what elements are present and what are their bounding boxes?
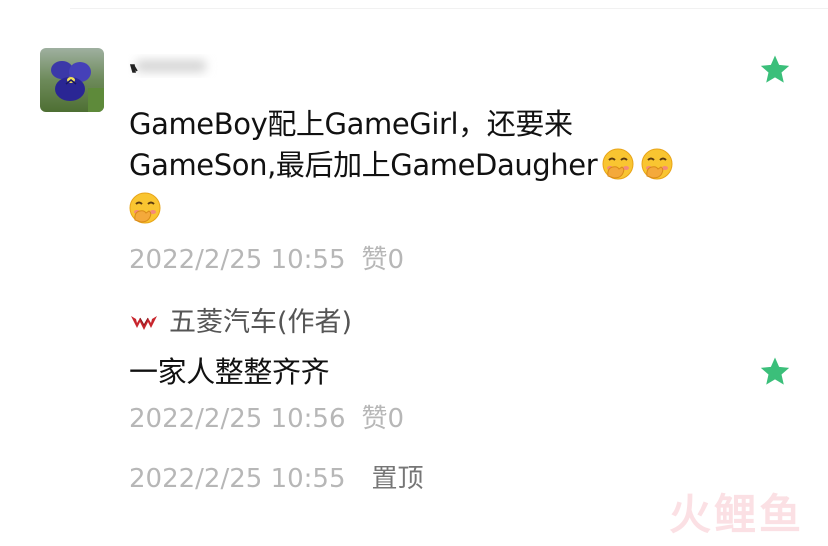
comment-section: GameBoy配上GameGirl，还要来 GameSon,最后加上GameDa…: [0, 0, 828, 546]
comment-text-line-2: GameSon,最后加上GameDaugher: [129, 146, 675, 183]
pin-to-top-button[interactable]: 置顶: [372, 464, 424, 494]
comment-text-line-2-text: GameSon,最后加上GameDaugher: [129, 148, 598, 182]
star-icon[interactable]: [758, 355, 792, 389]
like-button[interactable]: 赞0: [362, 245, 405, 275]
star-icon[interactable]: [758, 53, 792, 87]
reply-header: 五菱汽车(作者): [129, 306, 352, 340]
avatar[interactable]: [40, 48, 104, 112]
wuling-logo-icon: [131, 316, 157, 330]
pinned-meta: 2022/2/25 10:55 置顶: [129, 463, 424, 495]
comment-text-line-3: [127, 190, 163, 227]
pinned-timestamp: 2022/2/25 10:55: [129, 464, 346, 494]
reply-author[interactable]: 五菱汽车(作者): [169, 306, 352, 340]
face-with-hand-over-mouth-icon: [129, 192, 161, 224]
face-with-hand-over-mouth-icon: [602, 148, 634, 180]
face-with-hand-over-mouth-icon: [641, 148, 673, 180]
username-blurred: [129, 60, 206, 73]
comment-meta: 2022/2/25 10:55 赞0: [129, 244, 404, 276]
reply-text: 一家人整整齐齐: [129, 355, 330, 389]
comment-text-line-1: GameBoy配上GameGirl，还要来: [129, 107, 573, 141]
watermark: 火鲤鱼: [668, 490, 804, 539]
reply-meta: 2022/2/25 10:56 赞0: [129, 403, 404, 435]
reply-timestamp: 2022/2/25 10:56: [129, 404, 346, 434]
top-divider: [70, 8, 828, 9]
reply-like-button[interactable]: 赞0: [362, 404, 405, 434]
comment-timestamp: 2022/2/25 10:55: [129, 245, 346, 275]
